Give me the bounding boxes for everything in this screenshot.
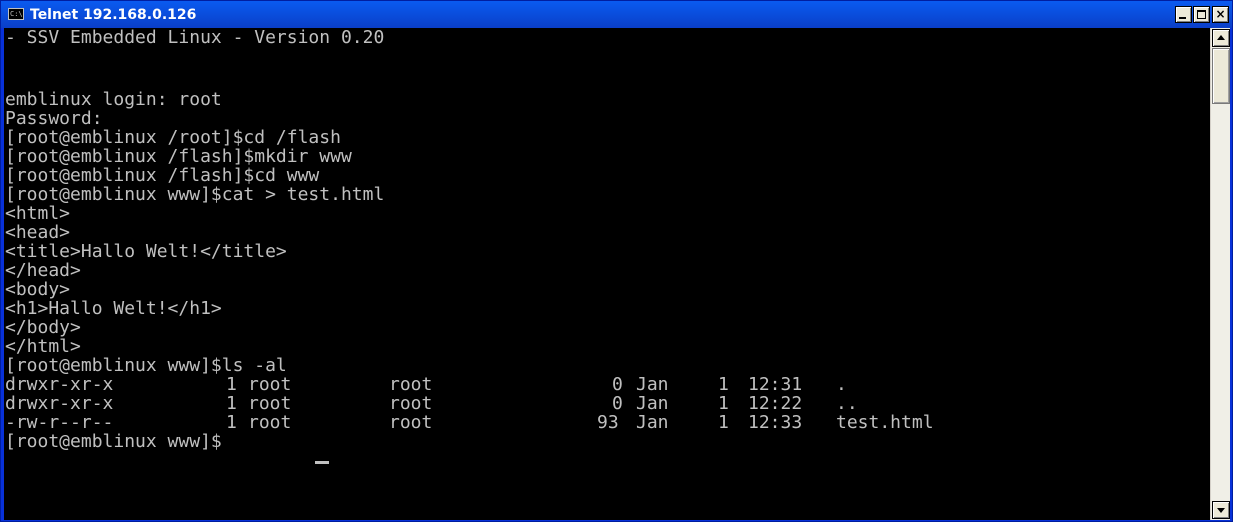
listing-owner: root [248, 374, 292, 395]
title-bar[interactable]: C:\ Telnet 192.168.0.126 × [1, 1, 1232, 28]
listing-perms: -rw-r--r-- [5, 412, 114, 433]
console-line: [root@emblinux www]$ls -al [5, 355, 287, 376]
console-line: <head> [5, 222, 71, 243]
listing-group: root [389, 412, 433, 433]
listing-month: Jan [636, 412, 669, 433]
listing-row: drwxr-xr-x 1 root root 0 Jan 1 12:22 .. [5, 394, 1205, 413]
listing-row: drwxr-xr-x 1 root root 0 Jan 1 12:31 . [5, 375, 1205, 394]
listing-group: root [389, 374, 433, 395]
listing-month: Jan [636, 374, 669, 395]
listing-owner: root [248, 412, 292, 433]
console-line: emblinux login: root [5, 89, 222, 110]
listing-name: . [836, 374, 847, 395]
listing-day: 1 [718, 412, 729, 433]
console-line: <body> [5, 279, 71, 300]
console-line: [root@emblinux /flash]$mkdir www [5, 146, 352, 167]
console-line: [root@emblinux www]$cat > test.html [5, 184, 385, 205]
console-line: Password: [5, 108, 103, 129]
terminal-output[interactable]: - SSV Embedded Linux - Version 0.20 embl… [4, 28, 1210, 520]
console-icon[interactable]: C:\ [8, 8, 24, 20]
window-title: Telnet 192.168.0.126 [30, 7, 197, 23]
listing-links: 1 [226, 374, 237, 395]
console-line: </body> [5, 317, 81, 338]
console-line: <title>Hallo Welt!</title> [5, 241, 287, 262]
scroll-up-arrow-icon [1217, 35, 1225, 40]
scroll-down-arrow-icon [1217, 508, 1225, 513]
listing-time: 12:31 [748, 374, 803, 395]
console-line: - SSV Embedded Linux - Version 0.20 [5, 28, 385, 48]
scroll-up-button[interactable] [1212, 29, 1230, 47]
minimize-icon [1179, 17, 1186, 19]
listing-size: 0 [612, 393, 623, 414]
listing-perms: drwxr-xr-x [5, 393, 114, 414]
console-prompt: [root@emblinux www]$ [5, 431, 222, 452]
listing-name: .. [836, 393, 858, 414]
listing-name: test.html [836, 412, 934, 433]
maximize-icon [1197, 10, 1206, 19]
close-icon: × [1215, 7, 1226, 21]
listing-owner: root [248, 393, 292, 414]
listing-size: 0 [612, 374, 623, 395]
listing-size: 93 [597, 412, 619, 433]
console-line: <html> [5, 203, 71, 224]
listing-month: Jan [636, 393, 669, 414]
console-line: </html> [5, 336, 81, 357]
listing-day: 1 [718, 393, 729, 414]
telnet-window: C:\ Telnet 192.168.0.126 × - SSV Embedde… [0, 0, 1233, 522]
listing-perms: drwxr-xr-x [5, 374, 114, 395]
console-line: <h1>Hallo Welt!</h1> [5, 298, 222, 319]
listing-links: 1 [226, 393, 237, 414]
console-line: [root@emblinux /flash]$cd www [5, 165, 320, 186]
listing-links: 1 [226, 412, 237, 433]
scroll-thumb[interactable] [1212, 48, 1230, 104]
console-line: [root@emblinux /root]$cd /flash [5, 127, 341, 148]
scroll-down-button[interactable] [1212, 501, 1230, 519]
minimize-button[interactable] [1175, 6, 1192, 23]
listing-time: 12:22 [748, 393, 803, 414]
text-cursor [315, 461, 329, 464]
listing-group: root [389, 393, 433, 414]
close-button[interactable]: × [1212, 6, 1229, 23]
maximize-button[interactable] [1193, 6, 1210, 23]
listing-day: 1 [718, 374, 729, 395]
listing-time: 12:33 [748, 412, 803, 433]
vertical-scrollbar[interactable] [1210, 28, 1230, 520]
console-line: </head> [5, 260, 81, 281]
listing-row: -rw-r--r-- 1 root root 93 Jan 1 12:33 te… [5, 413, 1205, 432]
